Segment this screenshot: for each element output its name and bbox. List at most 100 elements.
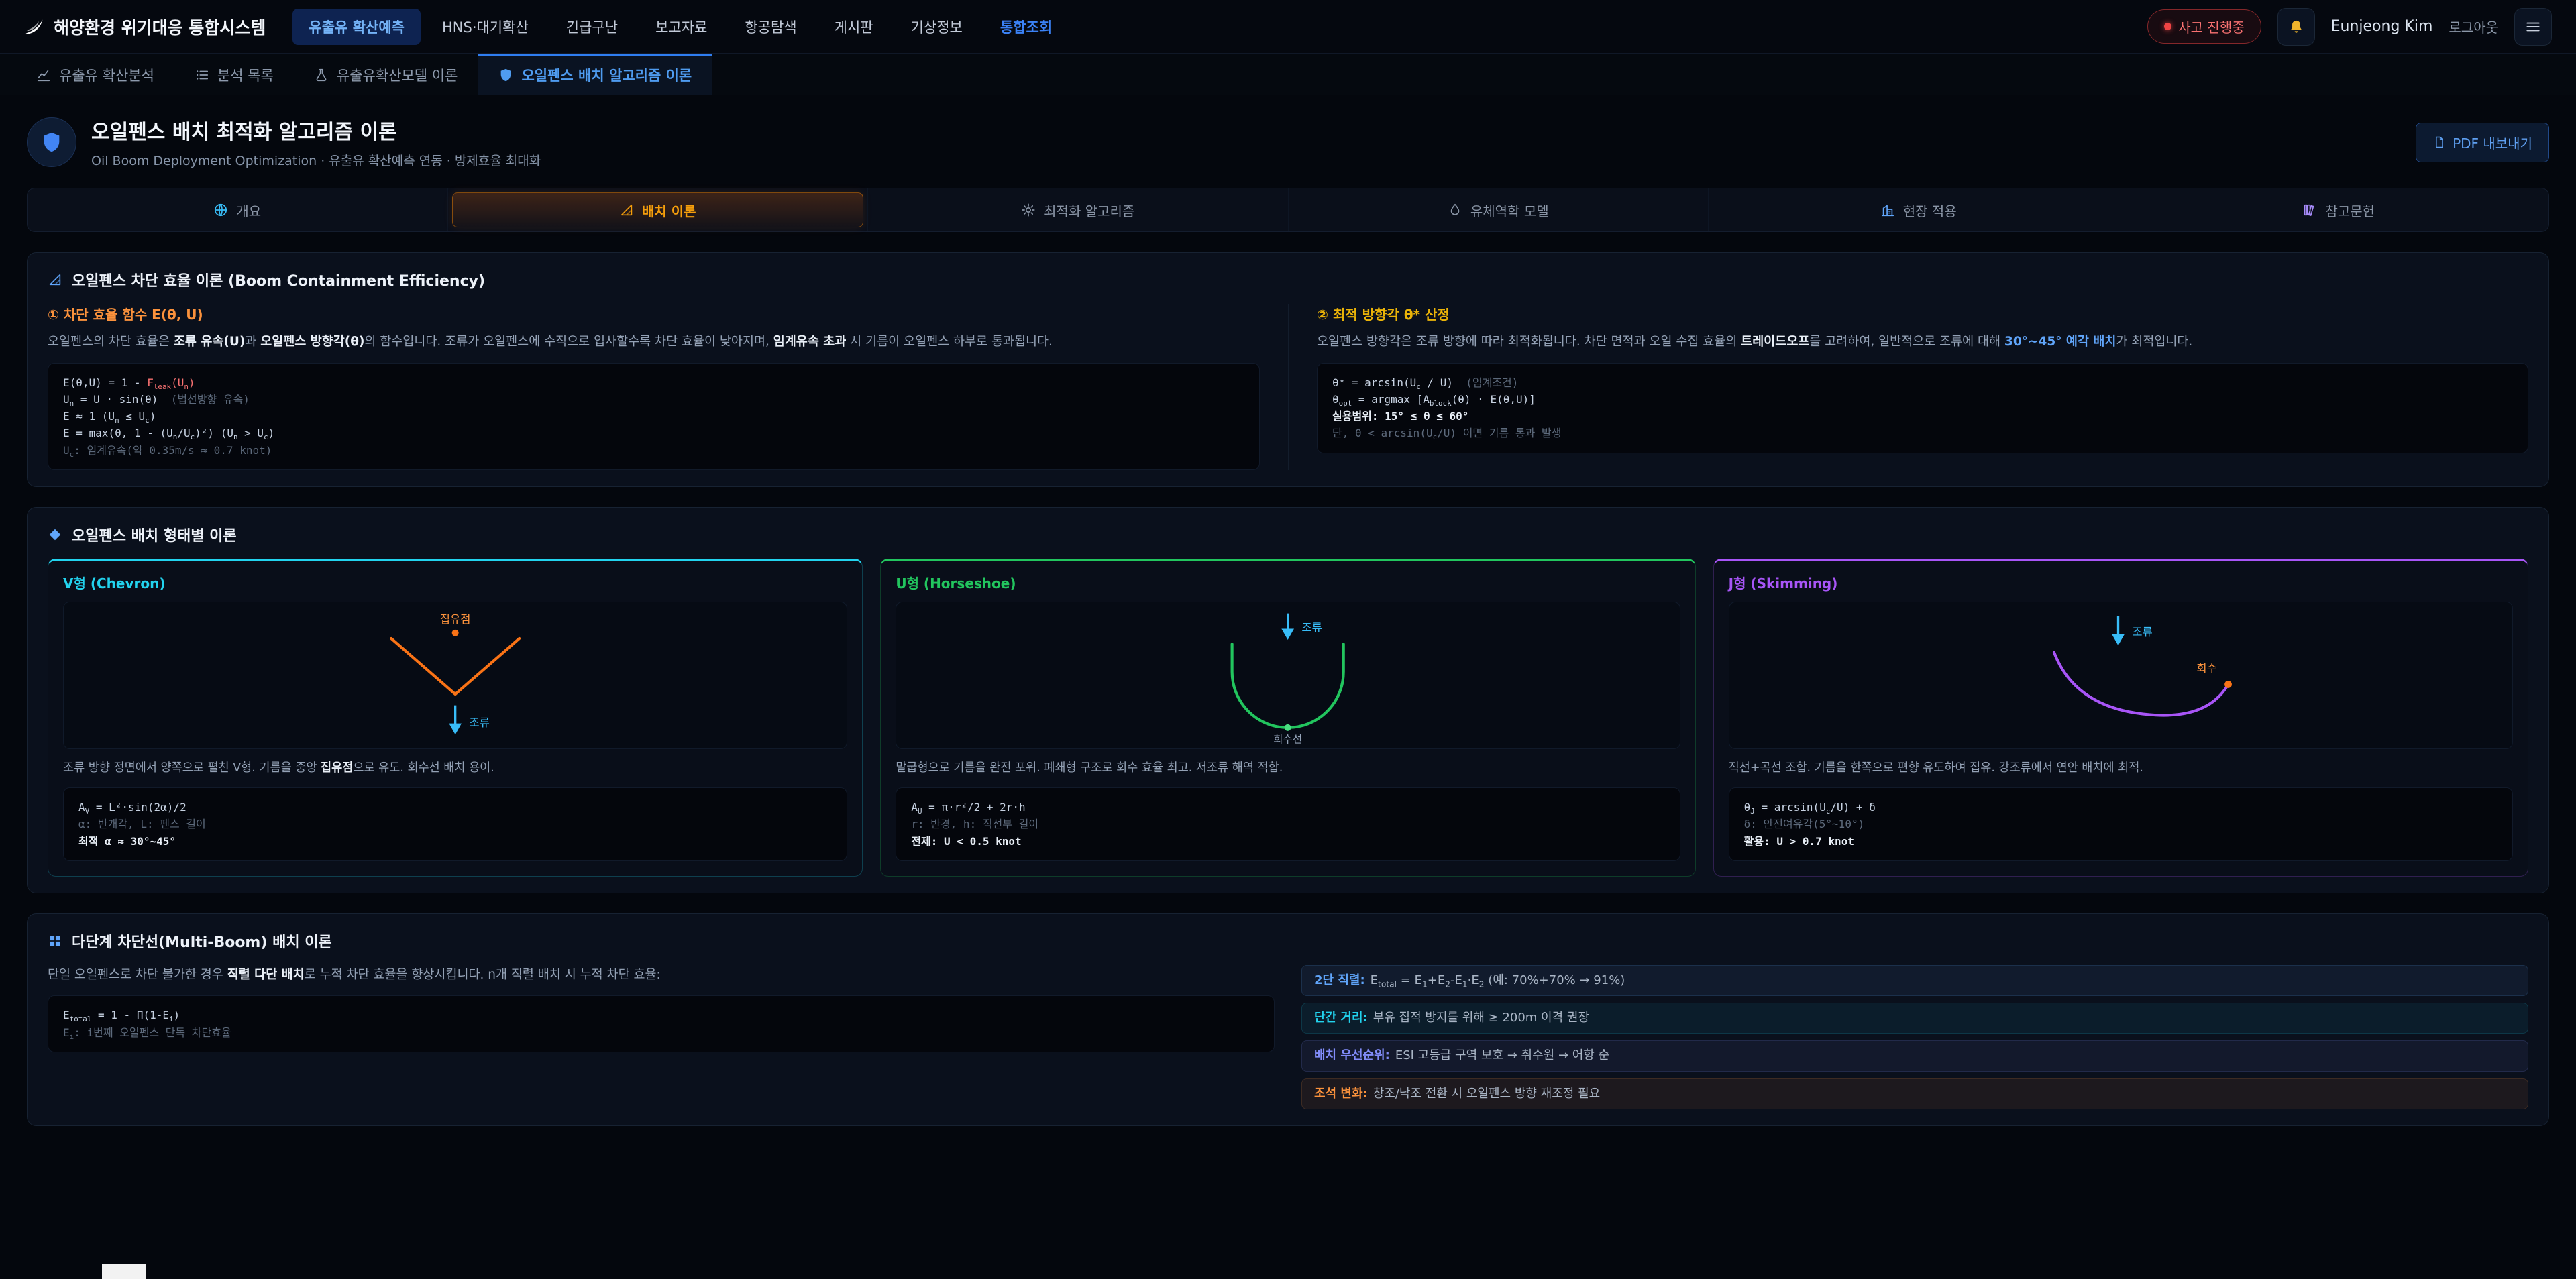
hamburger-icon (2524, 18, 2542, 36)
brand[interactable]: 해양환경 위기대응 통합시스템 (24, 15, 266, 39)
tab-boom-algorithm-theory[interactable]: 오일펜스 배치 알고리즘 이론 (478, 54, 712, 95)
nav-item-spill-forecast[interactable]: 유출유 확산예측 (292, 9, 421, 45)
set-square-icon (48, 272, 62, 287)
section-tab-cell: 개요 (28, 188, 447, 231)
multiboom-formula: Etotal = 1 - Π(1-Ei)Ei: i번째 오일펜스 단독 차단효율 (48, 995, 1275, 1052)
tab-label: 유출유확산모델 이론 (337, 65, 458, 85)
building-icon (1880, 203, 1895, 217)
rule-label: 단간 거리: (1314, 1011, 1368, 1025)
current-label: 조류 (469, 716, 490, 729)
section-tab-hydrodynamic-model[interactable]: 유체역학 모델 (1293, 192, 1705, 227)
rule-label: 조석 변화: (1314, 1087, 1368, 1101)
multiboom-rules: 2단 직렬:Etotal = E1+E2-E1·E2 (예: 70%+70% →… (1301, 965, 2528, 1109)
section-tab-label: 유체역학 모델 (1470, 201, 1549, 220)
menu-button[interactable] (2514, 8, 2552, 46)
gear-icon (1021, 203, 1036, 217)
efficiency-card-title: 오일펜스 차단 효율 이론 (Boom Containment Efficien… (48, 269, 2528, 290)
multiboom-card-title: 다단계 차단선(Multi-Boom) 배치 이론 (48, 930, 2528, 952)
bell-icon (2289, 19, 2304, 34)
section-tab-cell: 현장 적용 (1708, 188, 2129, 231)
globe-icon (213, 203, 228, 217)
shape-description: 조류 방향 정면에서 양쪽으로 펼친 V형. 기름을 중앙 집유점으로 유도. … (63, 759, 847, 777)
app-root: 해양환경 위기대응 통합시스템 유출유 확산예측HNS·대기확산긴급구난보고자료… (0, 0, 2576, 1126)
incident-status-badge[interactable]: 사고 진행중 (2147, 9, 2261, 44)
rule-text: Etotal = E1+E2-E1·E2 (예: 70%+70% → 91%) (1371, 973, 1625, 987)
rule-text: ESI 고등급 구역 보호 → 취수원 → 어항 순 (1395, 1048, 1609, 1062)
section-tab-overview[interactable]: 개요 (32, 192, 443, 227)
u-shape-diagram: 조류 회수선 (896, 602, 1680, 749)
page-icon (27, 117, 76, 167)
shape-formula: AV = L²·sin(2α)/2α: 반개각, L: 펜스 길이최적 α ≈ … (63, 787, 847, 861)
section-tab-optimization-algorithm[interactable]: 최적화 알고리즘 (872, 192, 1284, 227)
multiboom-left-column: 단일 오일펜스로 차단 불가한 경우 직렬 다단 배치로 누적 차단 효율을 향… (48, 965, 1275, 1109)
rule-text: 부유 집적 방지를 위해 ≥ 200m 이격 권장 (1373, 1011, 1589, 1025)
tab-label: 유출유 확산분석 (59, 65, 154, 85)
section-tab-cell: 최적화 알고리즘 (867, 188, 1288, 231)
shape-card-j-skimming: J형 (Skimming) 조류 회수 직선+곡선 조합. 기름을 한쪽으로 편… (1713, 559, 2528, 877)
efficiency-right-column: ② 최적 방향각 θ* 산정 오일펜스 방향각은 조류 방향에 따라 최적화됩니… (1288, 304, 2528, 470)
section-tab-field-application[interactable]: 현장 적용 (1713, 192, 2125, 227)
nav-item-integrated-search[interactable]: 통합조회 (984, 9, 1068, 45)
shape-title: J형 (Skimming) (1729, 573, 2513, 592)
incident-badge-label: 사고 진행중 (2178, 17, 2244, 36)
rule-row-4: 조석 변화:창조/낙조 전환 시 오일펜스 방향 재조정 필요 (1301, 1078, 2528, 1109)
page-header-text: 오일펜스 배치 최적화 알고리즘 이론 Oil Boom Deployment … (91, 115, 541, 169)
nav-item-report-data[interactable]: 보고자료 (639, 9, 723, 45)
ruler-icon (619, 203, 634, 217)
shape-title: V형 (Chevron) (63, 573, 847, 592)
logout-button[interactable]: 로그아웃 (2449, 17, 2498, 36)
droplet-icon (1448, 203, 1462, 217)
efficiency-function-paragraph: 오일펜스의 차단 효율은 조류 유속(U)과 오일펜스 방향각(θ)의 함수입니… (48, 332, 1260, 352)
j-shape-diagram: 조류 회수 (1729, 602, 2513, 749)
rule-label: 배치 우선순위: (1314, 1048, 1390, 1062)
shape-title: U형 (Horseshoe) (896, 573, 1680, 592)
main-menu: 유출유 확산예측HNS·대기확산긴급구난보고자료항공탐색게시판기상정보통합조회 (292, 9, 1068, 45)
pdf-export-label: PDF 내보내기 (2453, 133, 2532, 152)
tab-spill-model-theory[interactable]: 유출유확산모델 이론 (294, 54, 478, 95)
rule-row-1: 2단 직렬:Etotal = E1+E2-E1·E2 (예: 70%+70% →… (1301, 965, 2528, 996)
top-navigation: 해양환경 위기대응 통합시스템 유출유 확산예측HNS·대기확산긴급구난보고자료… (0, 0, 2576, 54)
nav-item-hns-air[interactable]: HNS·대기확산 (426, 9, 545, 45)
recovery-line-label: 회수선 (1274, 734, 1303, 746)
topnav-right: 사고 진행중 Eunjeong Kim 로그아웃 (2147, 8, 2552, 46)
efficiency-left-column: ① 차단 효율 함수 E(θ, U) 오일펜스의 차단 효율은 조류 유속(U)… (48, 304, 1288, 470)
section-tabs: 개요 배치 이론 최적화 알고리즘 유체역학 모델 현장 적용참고문헌 (27, 188, 2549, 232)
current-label: 조류 (2132, 626, 2153, 638)
page-title: 오일펜스 배치 최적화 알고리즘 이론 (91, 115, 541, 145)
collection-point-label: 집유점 (440, 613, 471, 626)
shield-icon (498, 68, 513, 82)
section-tab-label: 개요 (236, 201, 261, 220)
main-content: 오일펜스 차단 효율 이론 (Boom Containment Efficien… (0, 252, 2576, 1126)
page-header: 오일펜스 배치 최적화 알고리즘 이론 Oil Boom Deployment … (0, 95, 2576, 185)
nav-item-weather-info[interactable]: 기상정보 (895, 9, 979, 45)
books-icon (2302, 203, 2317, 217)
tab-spill-analysis[interactable]: 유출유 확산분석 (16, 54, 174, 95)
diamond-icon (48, 527, 62, 542)
page-subtitle: Oil Boom Deployment Optimization · 유출유 확… (91, 151, 541, 169)
nav-item-emergency-rescue[interactable]: 긴급구난 (550, 9, 634, 45)
tab-label: 오일펜스 배치 알고리즘 이론 (521, 65, 692, 85)
section-tab-label: 최적화 알고리즘 (1044, 201, 1134, 220)
section-tab-references[interactable]: 참고문헌 (2133, 192, 2545, 227)
pdf-export-button[interactable]: PDF 내보내기 (2416, 123, 2549, 162)
flask-icon (314, 68, 329, 82)
optimal-angle-formula: θ* = arcsin(Uc / U) (임계조건)θopt = argmax … (1317, 363, 2528, 453)
efficiency-card: 오일펜스 차단 효율 이론 (Boom Containment Efficien… (27, 252, 2549, 487)
multiboom-paragraph: 단일 오일펜스로 차단 불가한 경우 직렬 다단 배치로 누적 차단 효율을 향… (48, 965, 1275, 985)
rule-row-2: 단간 거리: 부유 집적 방지를 위해 ≥ 200m 이격 권장 (1301, 1003, 2528, 1034)
shape-card-u-horseshoe: U형 (Horseshoe) 조류 회수선 말굽형으로 기름을 완전 포위. 폐… (880, 559, 1695, 877)
status-dot-icon (2164, 23, 2171, 30)
user-name: Eunjeong Kim (2331, 18, 2433, 35)
tab-analysis-list[interactable]: 분석 목록 (174, 54, 294, 95)
shapes-card-title: 오일펜스 배치 형태별 이론 (48, 524, 2528, 545)
brand-title: 해양환경 위기대응 통합시스템 (54, 15, 266, 39)
section-tab-deployment-theory[interactable]: 배치 이론 (452, 192, 864, 227)
nav-item-board[interactable]: 게시판 (818, 9, 890, 45)
section-tab-cell: 참고문헌 (2129, 188, 2549, 231)
section-tab-label: 배치 이론 (642, 201, 696, 220)
wing-logo-icon (24, 17, 44, 37)
grid-icon (48, 934, 62, 948)
notifications-button[interactable] (2277, 8, 2315, 46)
nav-item-air-search[interactable]: 항공탐색 (729, 9, 812, 45)
section-tab-cell: 유체역학 모델 (1288, 188, 1709, 231)
